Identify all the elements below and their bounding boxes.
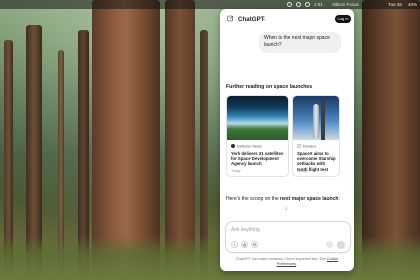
send-arrow-icon[interactable]: ↑ bbox=[337, 240, 345, 249]
message-input[interactable] bbox=[231, 227, 311, 233]
menu-bar: 1:01 Silicon Focus Tue 26 40% bbox=[0, 0, 420, 9]
new-chat-icon[interactable] bbox=[227, 15, 234, 22]
arrow-down-icon[interactable]: ↓ bbox=[282, 205, 290, 213]
card-image-earth bbox=[227, 96, 288, 140]
wifi-icon[interactable] bbox=[296, 2, 301, 7]
login-button[interactable]: Log in bbox=[335, 15, 351, 23]
card-title[interactable]: York delivers 21 satellites for Space De… bbox=[231, 151, 285, 167]
chatgpt-panel: ChatGPT ⌄ Log in When is the next major … bbox=[220, 9, 354, 271]
app-title[interactable]: ChatGPT bbox=[238, 16, 264, 23]
rocket-silhouette bbox=[313, 104, 319, 138]
plus-icon[interactable]: + bbox=[231, 241, 238, 248]
news-card[interactable]: Reuters SpaceX aims to overcome Starship… bbox=[292, 95, 340, 177]
card-image-starship bbox=[293, 96, 339, 140]
panel-header: ChatGPT ⌄ Log in bbox=[220, 9, 354, 29]
assistant-response-intro: Here's the scoop on the next major space… bbox=[226, 196, 340, 202]
voice-icon[interactable] bbox=[326, 241, 333, 248]
search-icon[interactable] bbox=[305, 2, 310, 7]
menubar-date[interactable]: Tue 26 bbox=[388, 2, 402, 7]
control-center-icon[interactable] bbox=[287, 2, 292, 7]
source-logo-icon bbox=[231, 144, 235, 148]
card-date: Today bbox=[231, 169, 241, 173]
source-logo-icon bbox=[297, 144, 301, 148]
chevron-down-icon[interactable]: ⌄ bbox=[262, 16, 266, 22]
user-message: When is the next major space launch? bbox=[259, 32, 341, 53]
desktop-wallpaper bbox=[0, 0, 420, 280]
card-date: Today bbox=[297, 169, 307, 173]
menubar-focus[interactable]: Silicon Focus bbox=[332, 2, 359, 7]
card-source: Reuters bbox=[297, 144, 316, 148]
launch-tower bbox=[321, 100, 325, 140]
forest-ground bbox=[0, 235, 420, 280]
menubar-battery[interactable]: 40% bbox=[408, 2, 417, 7]
card-source: Defense News bbox=[231, 144, 262, 148]
tools-icon[interactable]: ⚙ bbox=[251, 241, 258, 248]
message-composer: + ◍ ⚙ ↑ bbox=[225, 221, 351, 253]
news-card[interactable]: Defense News York delivers 21 satellites… bbox=[226, 95, 289, 177]
menubar-time: 1:01 bbox=[314, 1, 323, 7]
disclaimer-text: ChatGPT can make mistakes. Check importa… bbox=[235, 257, 339, 266]
globe-icon[interactable]: ◍ bbox=[241, 241, 248, 248]
further-reading-heading: Further reading on space launches bbox=[226, 84, 313, 90]
